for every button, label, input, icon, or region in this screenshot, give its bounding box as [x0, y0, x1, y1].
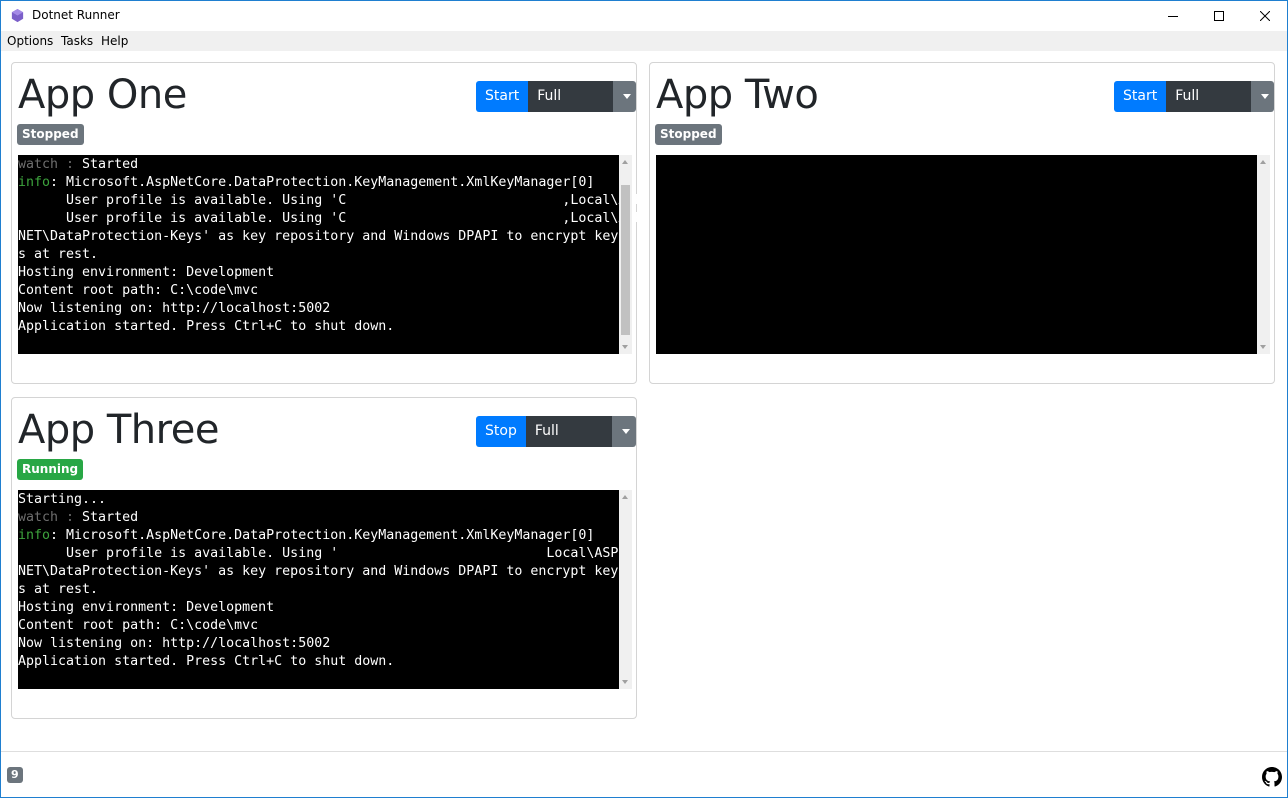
- console-line-text: Content root path: C:\code\mvc: [18, 618, 259, 633]
- scroll-down-icon[interactable]: [622, 680, 628, 684]
- console-text: watch : Started info: Microsoft.AspNetCor…: [18, 156, 650, 336]
- console-line: s at rest.: [18, 581, 618, 599]
- console-line-text: Starting...: [18, 492, 107, 507]
- console-scrollbar[interactable]: [619, 155, 632, 354]
- full-screen-button[interactable]: Full Screen: [528, 81, 613, 135]
- console-line: Application started. Press Ctrl+C to shu…: [18, 318, 618, 336]
- scroll-up-icon[interactable]: [1260, 160, 1266, 164]
- status-badge: Stopped: [17, 124, 84, 145]
- start-button[interactable]: Start: [1114, 81, 1167, 112]
- console-line-text: Application started. Press Ctrl+C to shu…: [18, 319, 395, 334]
- menu-help[interactable]: Help: [101, 34, 128, 48]
- console-line-text: NET\DataProtection-Keys' as key reposito…: [18, 229, 619, 244]
- full-screen-button[interactable]: Full Screen: [1166, 81, 1251, 135]
- status-badge: Stopped: [655, 124, 722, 145]
- console-line: info: Microsoft.AspNetCore.DataProtectio…: [18, 527, 618, 545]
- console-prefix: info: [18, 528, 51, 543]
- console-scrollbar[interactable]: [1257, 155, 1270, 354]
- console-prefix: watch :: [18, 510, 83, 525]
- menu-tasks[interactable]: Tasks: [61, 34, 93, 48]
- dropdown-toggle-button[interactable]: [1250, 81, 1274, 112]
- console-line-text: Hosting environment: Development: [18, 265, 275, 280]
- console-line-text: NET\DataProtection-Keys' as key reposito…: [18, 564, 619, 579]
- console-line-text: Started: [82, 157, 139, 172]
- count-badge: 9: [7, 767, 23, 783]
- console-line-text: Now listening on: http://localhost:5002: [18, 636, 331, 651]
- dropdown-toggle-button[interactable]: [612, 81, 636, 112]
- console-line: Content root path: C:\code\mvc: [18, 282, 618, 300]
- console-line: Content root path: C:\code\mvc: [18, 617, 618, 635]
- status-badge: Running: [17, 459, 84, 480]
- console-prefix: watch :: [18, 157, 83, 172]
- console-line: Hosting environment: Development: [18, 264, 618, 282]
- dropdown-toggle-button[interactable]: [611, 416, 636, 447]
- console-output[interactable]: watch : Started info: Microsoft.AspNetCor…: [18, 155, 650, 354]
- maximize-button[interactable]: [1196, 1, 1242, 31]
- app-button-group: Start Full Screen: [1114, 81, 1274, 135]
- console-scrollbar[interactable]: [619, 490, 632, 689]
- console-line: User profile is available. Using 'C ,Loc…: [18, 210, 650, 228]
- full-screen-button[interactable]: Full Screen: [525, 416, 612, 470]
- console-line: NET\DataProtection-Keys' as key reposito…: [18, 563, 618, 581]
- console-line-text: Application started. Press Ctrl+C to shu…: [18, 654, 395, 669]
- app-button-group: Start Full Screen: [476, 81, 636, 135]
- console-output[interactable]: Starting... watch : Started info: Microsof…: [18, 490, 632, 689]
- app-title: App Two: [656, 72, 819, 118]
- start-button[interactable]: Start: [476, 81, 529, 112]
- console-line-text: : Microsoft.AspNetCore.DataProtection.Ke…: [50, 175, 595, 190]
- menu-bar: Options Tasks Help: [1, 31, 1287, 51]
- footer-divider: [1, 751, 1287, 752]
- app-card-app-one: App One Start Full Screen Stopped watch …: [11, 62, 650, 384]
- console-line-text: Hosting environment: Development: [18, 600, 275, 615]
- console-line-text: Now listening on: http://localhost:5002: [18, 301, 331, 316]
- console-line: Now listening on: http://localhost:5002: [18, 635, 618, 653]
- close-button[interactable]: [1242, 1, 1288, 31]
- github-icon[interactable]: [1262, 767, 1282, 787]
- console-output[interactable]: [656, 155, 1270, 354]
- minimize-button[interactable]: [1150, 1, 1196, 31]
- scroll-down-icon[interactable]: [622, 345, 628, 349]
- menu-options[interactable]: Options: [7, 34, 53, 48]
- app-button-group: Stop Full Screen: [476, 416, 636, 470]
- console-line: Starting...: [18, 491, 618, 509]
- console-line-text: Started: [82, 510, 139, 525]
- console-line: watch : Started: [18, 509, 618, 527]
- scroll-up-icon[interactable]: [622, 160, 628, 164]
- console-line: s at rest.: [18, 246, 618, 264]
- hexagon-app-icon: [11, 8, 24, 23]
- console-line-text: User profile is available. Using 'C ,Loc…: [18, 211, 651, 226]
- scroll-down-icon[interactable]: [1260, 345, 1266, 349]
- console-line: User profile is available. Using ' Local…: [18, 545, 626, 563]
- console-prefix: info: [18, 175, 51, 190]
- window-title: Dotnet Runner: [32, 8, 120, 22]
- console-line-text: s at rest.: [18, 582, 99, 597]
- console-line-text: User profile is available. Using 'C ,Loc…: [18, 193, 651, 208]
- console-line-text: : Microsoft.AspNetCore.DataProtection.Ke…: [50, 528, 595, 543]
- console-line-text: Content root path: C:\code\mvc: [18, 283, 259, 298]
- console-line: Application started. Press Ctrl+C to shu…: [18, 653, 618, 671]
- console-line: Now listening on: http://localhost:5002: [18, 300, 618, 318]
- scroll-thumb[interactable]: [621, 185, 630, 335]
- console-line: watch : Started: [18, 156, 618, 174]
- console-line-text: s at rest.: [18, 247, 99, 262]
- app-card-app-three: App Three Stop Full Screen Running Start…: [11, 397, 637, 719]
- app-title: App One: [18, 72, 187, 118]
- console-line: NET\DataProtection-Keys' as key reposito…: [18, 228, 618, 246]
- console-text: Starting... watch : Started info: Microsof…: [18, 491, 626, 671]
- stop-button[interactable]: Stop: [476, 416, 526, 447]
- title-bar: Dotnet Runner: [1, 1, 1287, 31]
- scroll-up-icon[interactable]: [622, 495, 628, 499]
- app-card-app-two: App Two Start Full Screen Stopped: [649, 62, 1275, 384]
- console-line: User profile is available. Using 'C ,Loc…: [18, 192, 650, 210]
- console-line-text: User profile is available. Using ' Local…: [18, 546, 627, 561]
- close-icon: [1260, 11, 1270, 21]
- console-line: Hosting environment: Development: [18, 599, 618, 617]
- console-line: info: Microsoft.AspNetCore.DataProtectio…: [18, 174, 618, 192]
- app-title: App Three: [18, 407, 219, 453]
